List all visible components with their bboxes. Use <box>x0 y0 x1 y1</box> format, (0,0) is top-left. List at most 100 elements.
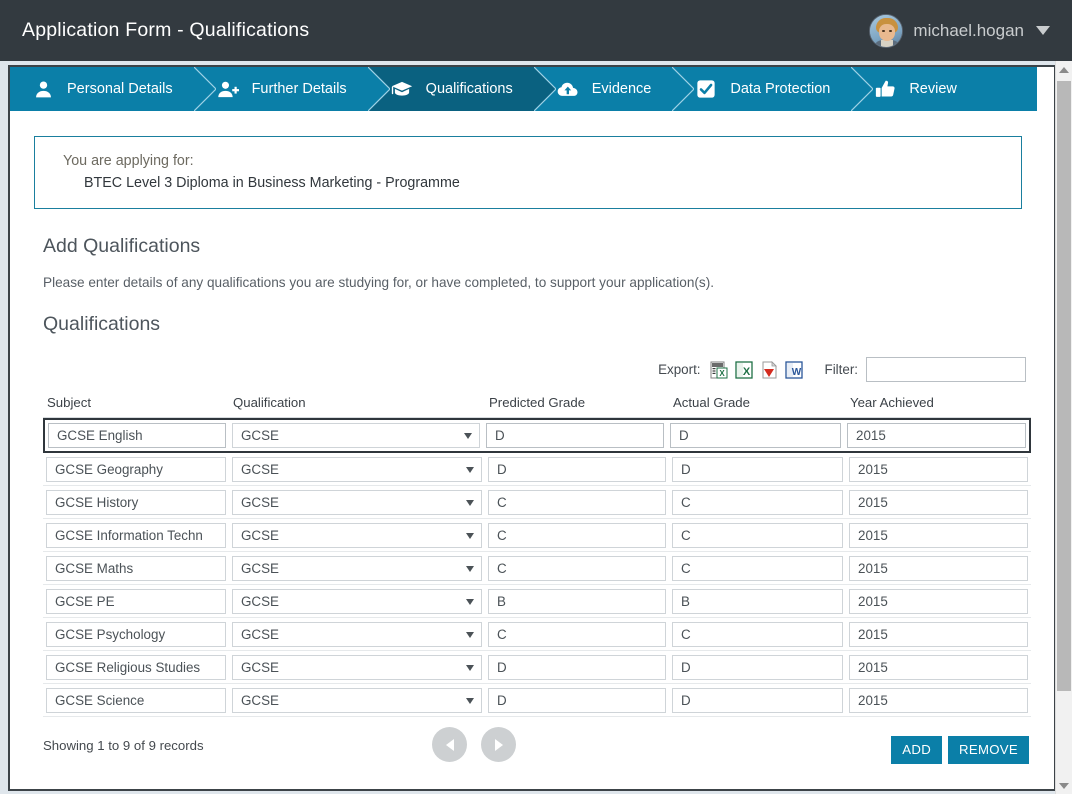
cell-actual-grade <box>669 589 846 614</box>
cell-actual-grade <box>669 457 846 482</box>
records-count-label: Showing 1 to 9 of 9 records <box>43 738 204 753</box>
pagination-prev-button[interactable] <box>432 727 467 762</box>
year-achieved-input[interactable] <box>847 423 1026 448</box>
wizard-step-qualifications[interactable]: Qualifications <box>369 67 535 111</box>
export-excel-icon[interactable]: X <box>735 361 753 379</box>
cell-subject <box>43 655 229 680</box>
column-header-actual-grade[interactable]: Actual Grade <box>669 395 846 410</box>
year-achieved-input[interactable] <box>849 556 1028 581</box>
predicted-grade-input[interactable] <box>488 556 666 581</box>
wizard-step-label: Data Protection <box>730 82 830 97</box>
predicted-grade-input[interactable] <box>486 423 664 448</box>
actual-grade-input[interactable] <box>672 523 843 548</box>
subject-input[interactable] <box>46 457 226 482</box>
table-row[interactable] <box>43 684 1031 717</box>
qualification-select-wrapper <box>232 655 482 680</box>
wizard-step-evidence[interactable]: Evidence <box>535 67 674 111</box>
actual-grade-input[interactable] <box>672 655 843 680</box>
qualification-select[interactable] <box>232 490 482 515</box>
qualification-select[interactable] <box>232 688 482 713</box>
subject-input[interactable] <box>46 589 226 614</box>
cell-predicted-grade <box>485 556 669 581</box>
export-label: Export: <box>658 362 700 377</box>
predicted-grade-input[interactable] <box>488 490 666 515</box>
grid-toolbar: Export: X X <box>10 357 1054 382</box>
wizard-step-data-protection[interactable]: Data Protection <box>673 67 852 111</box>
column-header-predicted-grade[interactable]: Predicted Grade <box>485 395 669 410</box>
predicted-grade-input[interactable] <box>488 622 666 647</box>
subject-input[interactable] <box>46 688 226 713</box>
add-button[interactable]: ADD <box>891 736 942 764</box>
year-achieved-input[interactable] <box>849 655 1028 680</box>
table-row[interactable] <box>43 486 1031 519</box>
table-row[interactable] <box>43 651 1031 684</box>
qualification-select[interactable] <box>232 556 482 581</box>
subject-input[interactable] <box>46 556 226 581</box>
column-header-year-achieved[interactable]: Year Achieved <box>846 395 1031 410</box>
year-achieved-input[interactable] <box>849 457 1028 482</box>
cell-subject <box>43 490 229 515</box>
export-word-icon[interactable]: W <box>785 361 803 379</box>
predicted-grade-input[interactable] <box>488 457 666 482</box>
grid-footer: Showing 1 to 9 of 9 records ADD REMOVE <box>10 727 1037 779</box>
actual-grade-input[interactable] <box>672 589 843 614</box>
column-header-subject[interactable]: Subject <box>43 395 229 410</box>
caret-down-icon <box>1036 26 1050 35</box>
year-achieved-input[interactable] <box>849 523 1028 548</box>
subject-input[interactable] <box>48 423 226 448</box>
wizard-step-personal-details[interactable]: Personal Details <box>10 67 195 111</box>
subject-input[interactable] <box>46 655 226 680</box>
export-pdf-icon[interactable] <box>760 361 778 379</box>
actual-grade-input[interactable] <box>672 556 843 581</box>
wizard-step-further-details[interactable]: Further Details <box>195 67 369 111</box>
subject-input[interactable] <box>46 523 226 548</box>
actual-grade-input[interactable] <box>670 423 841 448</box>
cell-qualification <box>229 589 485 614</box>
subject-input[interactable] <box>46 490 226 515</box>
predicted-grade-input[interactable] <box>488 589 666 614</box>
table-row[interactable] <box>43 618 1031 651</box>
actual-grade-input[interactable] <box>672 490 843 515</box>
scroll-down-button[interactable] <box>1056 777 1072 794</box>
remove-button[interactable]: REMOVE <box>948 736 1029 764</box>
table-row[interactable] <box>43 519 1031 552</box>
qualification-select[interactable] <box>232 457 482 482</box>
predicted-grade-input[interactable] <box>488 523 666 548</box>
subject-input[interactable] <box>46 622 226 647</box>
vertical-scrollbar[interactable] <box>1055 61 1072 794</box>
qualification-select[interactable] <box>232 622 482 647</box>
form-content: You are applying for: BTEC Level 3 Diplo… <box>10 136 1054 791</box>
table-row[interactable] <box>43 453 1031 486</box>
pagination-next-button[interactable] <box>481 727 516 762</box>
qualification-select[interactable] <box>232 523 482 548</box>
predicted-grade-input[interactable] <box>488 655 666 680</box>
column-header-qualification[interactable]: Qualification <box>229 395 485 410</box>
programme-name: BTEC Level 3 Diploma in Business Marketi… <box>63 175 1001 191</box>
checkbox-checked-icon <box>695 78 717 100</box>
qualification-select[interactable] <box>232 655 482 680</box>
wizard-step-label: Qualifications <box>426 82 513 97</box>
actual-grade-input[interactable] <box>672 457 843 482</box>
filter-input[interactable] <box>866 357 1026 382</box>
table-row[interactable] <box>43 552 1031 585</box>
graduation-cap-icon <box>391 78 413 100</box>
predicted-grade-input[interactable] <box>488 688 666 713</box>
cell-subject <box>43 688 229 713</box>
qualification-select[interactable] <box>232 423 480 448</box>
year-achieved-input[interactable] <box>849 688 1028 713</box>
year-achieved-input[interactable] <box>849 490 1028 515</box>
qualification-select[interactable] <box>232 589 482 614</box>
table-row[interactable] <box>43 418 1031 453</box>
actual-grade-input[interactable] <box>672 688 843 713</box>
table-row[interactable] <box>43 585 1031 618</box>
cell-subject <box>43 457 229 482</box>
user-menu[interactable]: michael.hogan <box>869 14 1050 48</box>
export-csv-icon[interactable]: X <box>710 361 728 379</box>
cell-year-achieved <box>846 490 1031 515</box>
year-achieved-input[interactable] <box>849 622 1028 647</box>
actual-grade-input[interactable] <box>672 622 843 647</box>
year-achieved-input[interactable] <box>849 589 1028 614</box>
scroll-up-button[interactable] <box>1056 61 1072 78</box>
scrollbar-thumb[interactable] <box>1057 81 1071 691</box>
wizard-step-review[interactable]: Review <box>852 67 979 111</box>
